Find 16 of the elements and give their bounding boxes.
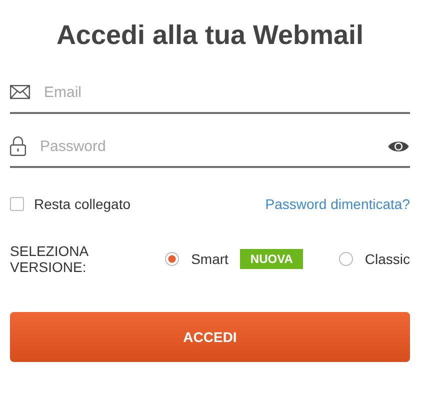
forgot-password-link[interactable]: Password dimenticata? [265,196,410,212]
radio-label: Smart [191,251,228,267]
checkbox-label: Resta collegato [34,196,131,212]
envelope-icon [10,85,30,99]
eye-icon[interactable] [387,138,410,154]
radio-button[interactable] [165,252,180,266]
padlock-icon [10,136,26,156]
checkbox[interactable] [10,197,24,211]
password-field[interactable]: Password [40,138,387,154]
email-field[interactable]: Email [44,84,410,100]
login-button[interactable]: ACCEDI [10,312,410,362]
radio-button[interactable] [338,252,353,266]
page-title: Accedi alla tua Webmail [55,20,365,51]
version-label: SELEZIONA VERSIONE: [10,243,90,275]
radio-label: Classic [364,251,410,267]
new-badge: NUOVA [240,249,303,269]
